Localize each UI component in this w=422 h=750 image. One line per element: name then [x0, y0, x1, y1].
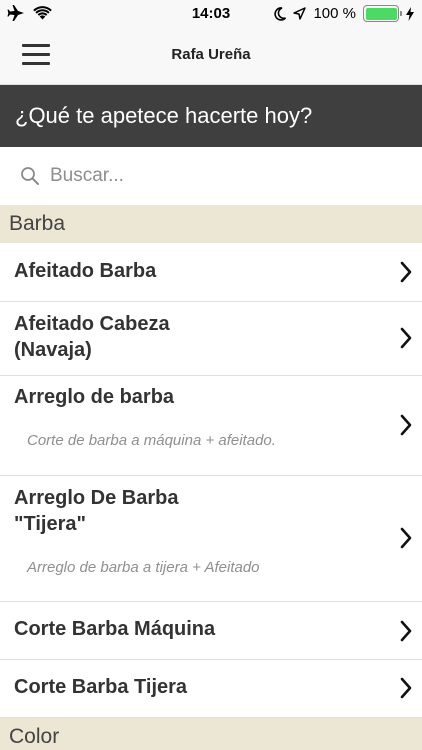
list-item-description: Arreglo de barba a tijera + Afeitado: [27, 559, 260, 576]
list-item-title: Corte Barba Máquina: [14, 618, 216, 640]
nav-bar: Rafa Ureña: [0, 28, 422, 85]
status-right: 100 %: [274, 5, 414, 22]
status-bar: 14:03 100 %: [0, 0, 422, 28]
charging-bolt-icon: [406, 6, 414, 21]
list-item[interactable]: Afeitado Cabeza (Navaja): [0, 302, 422, 376]
search-icon: [21, 167, 39, 185]
nav-title: Rafa Ureña: [171, 46, 251, 63]
list-item-title: Corte Barba Tijera: [14, 676, 188, 698]
list-item[interactable]: Afeitado Barba: [0, 243, 422, 302]
chevron-right-icon: [400, 620, 412, 642]
list-item-title: Arreglo De Barba "Tijera": [14, 487, 179, 535]
location-arrow-icon: [293, 7, 307, 20]
section-header-barba: Barba: [0, 205, 422, 243]
list-item-title: Arreglo de barba: [14, 386, 175, 408]
battery-nub: [400, 11, 402, 16]
list-item[interactable]: Corte Barba Máquina: [0, 602, 422, 660]
battery-icon: [363, 5, 402, 22]
chevron-right-icon: [400, 261, 412, 283]
battery-percent: 100 %: [313, 5, 356, 22]
search-bar: [0, 147, 422, 205]
list-item-title: Afeitado Barba: [14, 260, 157, 282]
search-input[interactable]: [50, 162, 390, 190]
list-item[interactable]: Arreglo de barba Corte de barba a máquin…: [0, 376, 422, 476]
battery-fill: [365, 7, 397, 20]
list-item-title: Afeitado Cabeza (Navaja): [14, 313, 170, 361]
moon-icon: [274, 6, 287, 21]
hero-banner: ¿Qué te apetece hacerte hoy?: [0, 85, 422, 147]
section-header-color: Color: [0, 718, 422, 750]
chevron-right-icon: [400, 677, 412, 699]
list-item[interactable]: Corte Barba Tijera: [0, 660, 422, 718]
list-item[interactable]: Arreglo De Barba "Tijera" Arreglo de bar…: [0, 476, 422, 602]
list-item-description: Corte de barba a máquina + afeitado.: [27, 432, 276, 449]
chevron-right-icon: [400, 327, 412, 349]
chevron-right-icon: [400, 414, 412, 436]
chevron-right-icon: [400, 527, 412, 549]
